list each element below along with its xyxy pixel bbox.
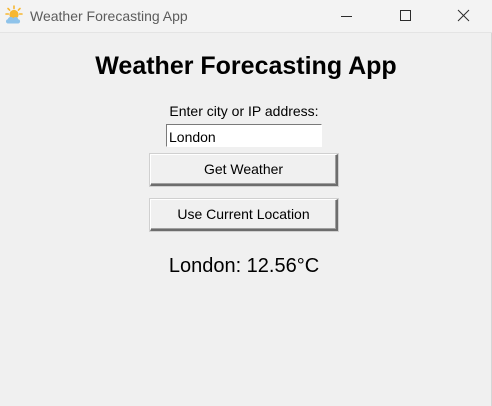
page-title: Weather Forecasting App xyxy=(95,52,397,80)
maximize-icon xyxy=(400,10,411,21)
close-button[interactable] xyxy=(434,0,492,32)
app-window: Weather Forecasting App Weather Forecast… xyxy=(0,0,492,406)
city-input-label: Enter city or IP address: xyxy=(169,103,319,119)
city-input[interactable] xyxy=(166,124,322,147)
minimize-icon xyxy=(341,16,352,17)
window-title: Weather Forecasting App xyxy=(30,8,188,24)
weather-result: London: 12.56°C xyxy=(168,255,320,277)
minimize-button[interactable] xyxy=(318,0,376,32)
partly-cloudy-sun-icon xyxy=(4,5,26,25)
close-icon xyxy=(457,9,470,22)
title-bar[interactable]: Weather Forecasting App xyxy=(0,0,492,33)
maximize-button[interactable] xyxy=(376,0,434,32)
get-weather-button[interactable]: Get Weather xyxy=(150,154,338,186)
use-current-location-button[interactable]: Use Current Location xyxy=(150,199,338,231)
